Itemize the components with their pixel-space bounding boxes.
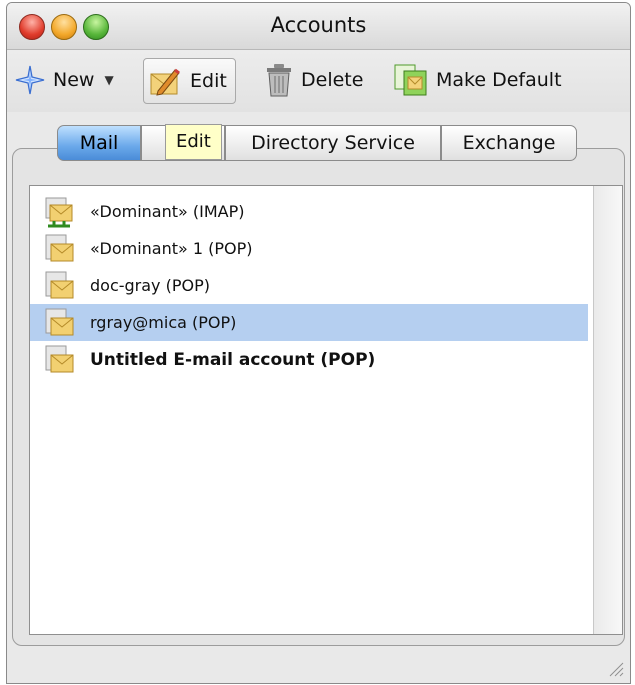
account-name: doc-gray (POP) <box>90 276 210 295</box>
window-title: Accounts <box>270 13 367 37</box>
list-item[interactable]: «Dominant» 1 (POP) <box>30 230 588 267</box>
account-name: Untitled E-mail account (POP) <box>90 349 376 370</box>
edit-button[interactable]: Edit <box>143 58 236 104</box>
list-item[interactable]: Untitled E-mail account (POP) <box>30 341 588 378</box>
pop-account-icon <box>45 234 74 261</box>
accounts-list[interactable]: «Dominant» (IMAP) «Dominant» 1 (POP) doc… <box>29 185 623 635</box>
delete-button[interactable]: Delete <box>265 58 363 102</box>
trash-icon <box>267 64 291 97</box>
edit-button-label: Edit <box>190 70 227 92</box>
make-default-icon <box>394 64 427 96</box>
edit-pencil-icon <box>150 68 180 96</box>
title-bar: Accounts <box>7 3 630 50</box>
vertical-scrollbar[interactable] <box>593 186 622 634</box>
resize-grip-icon[interactable] <box>606 659 624 677</box>
tab-directory-service[interactable]: Directory Service <box>225 125 441 161</box>
make-default-button[interactable]: Make Default <box>392 58 562 102</box>
accounts-window: Accounts New ▼ Edit Delete Make Default … <box>6 2 631 684</box>
new-button[interactable]: New ▼ <box>15 58 114 102</box>
new-button-label: New <box>53 69 95 91</box>
tab-mail[interactable]: Mail <box>57 125 141 161</box>
list-item[interactable]: doc-gray (POP) <box>30 267 588 304</box>
toolbar: New ▼ Edit Delete Make Default <box>7 50 630 112</box>
account-name: «Dominant» (IMAP) <box>90 202 245 221</box>
sparkle-icon <box>15 65 45 95</box>
delete-button-label: Delete <box>301 69 364 91</box>
account-name: rgray@mica (POP) <box>90 313 237 332</box>
list-item-selected[interactable]: rgray@mica (POP) <box>30 304 588 341</box>
edit-tooltip: Edit <box>165 124 222 160</box>
pop-account-icon <box>45 345 74 372</box>
tab-exchange[interactable]: Exchange <box>441 125 577 161</box>
pop-account-icon <box>45 308 74 335</box>
account-name: «Dominant» 1 (POP) <box>90 239 253 258</box>
list-item[interactable]: «Dominant» (IMAP) <box>30 193 588 230</box>
imap-account-icon <box>45 197 73 227</box>
chevron-down-icon[interactable]: ▼ <box>104 73 113 87</box>
pop-account-icon <box>45 271 74 298</box>
account-type-tabs: Mail Directory Service Exchange <box>57 125 577 161</box>
make-default-button-label: Make Default <box>436 69 562 91</box>
